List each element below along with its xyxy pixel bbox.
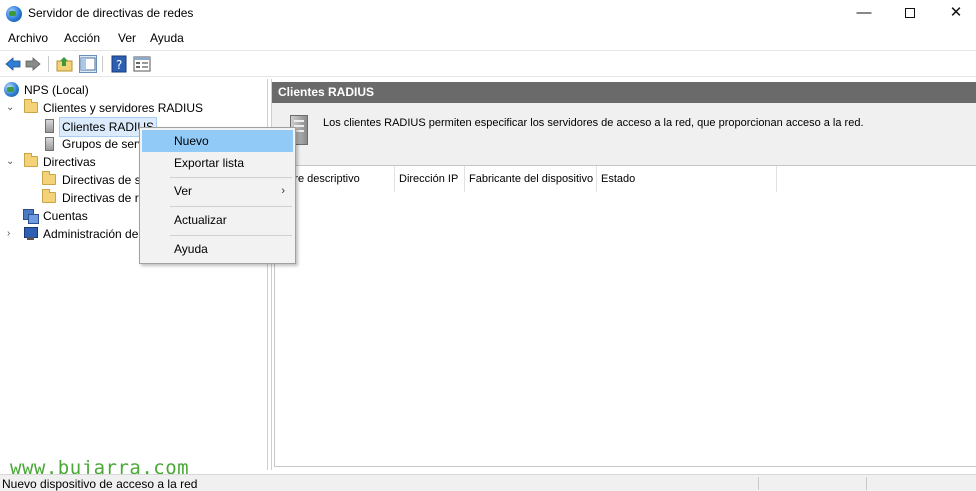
toolbar: ? — [0, 50, 976, 77]
menu-archivo[interactable]: Archivo — [8, 31, 48, 45]
tree-label: Directivas de s — [62, 173, 141, 187]
folder-icon — [42, 189, 56, 203]
context-menu-label: Ver — [174, 184, 193, 198]
admin-computer-icon — [23, 227, 38, 241]
nps-globe-icon — [4, 82, 19, 97]
collapse-chevron-icon[interactable]: › — [7, 225, 17, 243]
menu-separator — [170, 235, 292, 236]
minimize-button[interactable]: — — [841, 0, 887, 28]
menu-bar: Archivo Acción Ver Ayuda — [0, 28, 976, 49]
menu-accion[interactable]: Acción — [64, 31, 100, 45]
column-header-direccion-ip[interactable]: Dirección IP — [395, 166, 465, 192]
tree-label: Administración de — [43, 227, 139, 241]
context-menu-actualizar[interactable]: Actualizar — [142, 209, 293, 231]
context-menu-ver[interactable]: Ver › — [142, 180, 293, 202]
up-folder-icon[interactable] — [56, 55, 74, 73]
server-icon — [45, 119, 54, 133]
context-menu-nuevo[interactable]: Nuevo — [142, 130, 293, 152]
submenu-arrow-icon: › — [281, 185, 285, 197]
menu-separator — [170, 177, 292, 178]
description-text: Los clientes RADIUS permiten especificar… — [323, 117, 864, 129]
status-text: Nuevo dispositivo de acceso a la red — [2, 477, 198, 491]
toolbar-separator — [102, 56, 103, 72]
menu-separator — [170, 206, 292, 207]
tree-label: Directivas — [43, 155, 96, 169]
radius-clients-list[interactable]: mbre descriptivo Dirección IP Fabricante… — [274, 165, 976, 467]
folder-icon — [42, 171, 56, 185]
column-header-estado[interactable]: Estado — [597, 166, 777, 192]
status-bar: Nuevo dispositivo de acceso a la red — [0, 474, 976, 491]
maximize-button[interactable] — [887, 0, 933, 28]
context-menu-ayuda[interactable]: Ayuda — [142, 238, 293, 260]
details-pane: Clientes RADIUS Los clientes RADIUS perm… — [271, 79, 976, 470]
close-button[interactable]: ✕ — [933, 0, 976, 28]
show-hide-tree-icon[interactable] — [79, 55, 97, 73]
help-icon[interactable]: ? — [110, 55, 128, 73]
maximize-icon — [905, 8, 915, 19]
server-icon — [45, 137, 54, 151]
description-area: Los clientes RADIUS permiten especificar… — [272, 103, 976, 165]
tree-label: NPS (Local) — [24, 83, 89, 97]
expand-chevron-icon[interactable]: ⌄ — [6, 153, 16, 171]
properties-icon[interactable] — [133, 55, 151, 73]
title-bar: Servidor de directivas de redes — ✕ — [0, 0, 976, 28]
folder-icon — [24, 153, 38, 167]
column-header-fabricante[interactable]: Fabricante del dispositivo — [465, 166, 597, 192]
menu-ayuda[interactable]: Ayuda — [150, 31, 184, 45]
folder-icon — [24, 99, 38, 113]
details-header: Clientes RADIUS — [272, 82, 976, 103]
expand-chevron-icon[interactable]: ⌄ — [6, 99, 16, 117]
status-divider — [758, 477, 759, 490]
nps-app-icon — [6, 6, 22, 22]
toolbar-separator — [48, 56, 49, 72]
tree-label: Clientes y servidores RADIUS — [43, 101, 204, 115]
menu-ver[interactable]: Ver — [118, 31, 136, 45]
tree-node-clientes-servidores-radius[interactable]: ⌄ Clientes y servidores RADIUS — [0, 99, 260, 117]
status-divider — [866, 477, 867, 490]
forward-arrow-icon[interactable] — [24, 55, 42, 73]
context-menu: Nuevo Exportar lista Ver › Actualizar Ay… — [139, 127, 296, 264]
accounting-icon — [23, 209, 39, 224]
back-arrow-icon[interactable] — [4, 55, 22, 73]
tree-node-nps-local[interactable]: NPS (Local) — [0, 81, 260, 99]
tree-label: Cuentas — [43, 209, 88, 223]
window-title: Servidor de directivas de redes — [28, 6, 194, 20]
svg-text:?: ? — [116, 58, 122, 72]
context-menu-exportar-lista[interactable]: Exportar lista — [142, 152, 293, 174]
tree-label: Directivas de re — [62, 191, 146, 205]
tree-label: Grupos de serv — [62, 137, 145, 151]
